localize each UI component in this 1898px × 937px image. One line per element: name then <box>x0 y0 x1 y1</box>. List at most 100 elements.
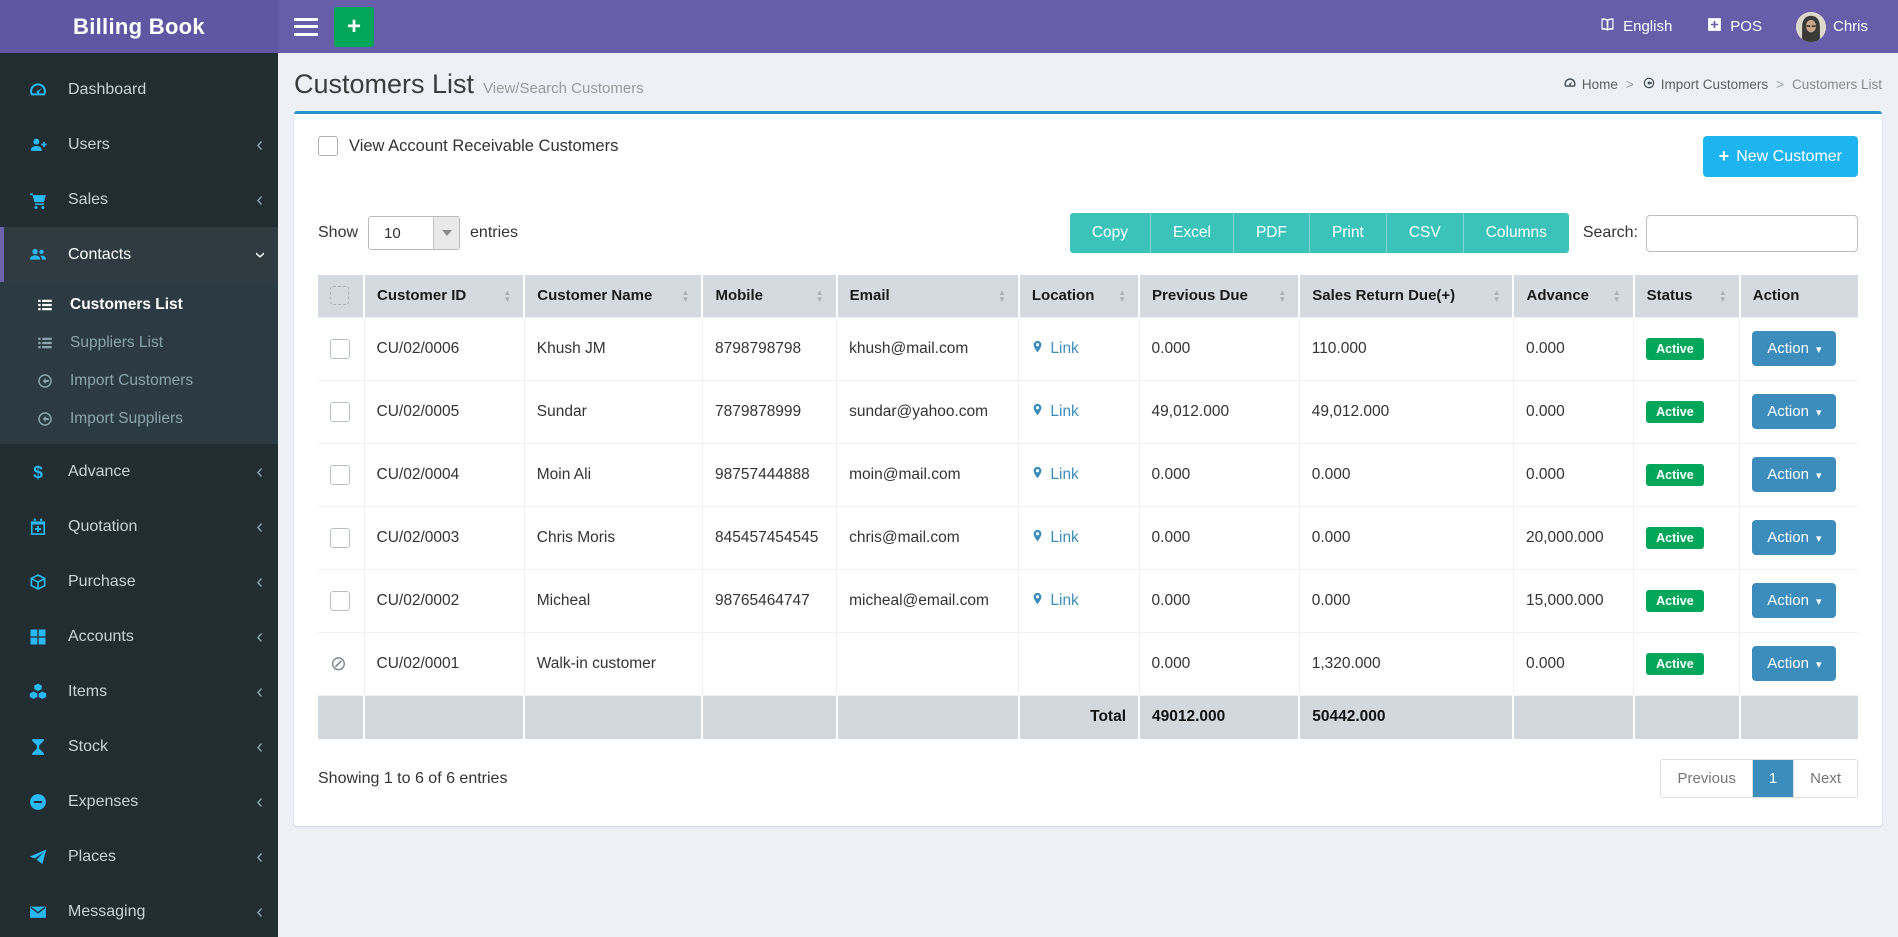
sidebar-subitem-import-customers[interactable]: Import Customers <box>0 362 278 400</box>
page-title: Customers List <box>294 69 474 100</box>
column-header-sales-return-due[interactable]: Sales Return Due(+)▲▼ <box>1299 275 1513 317</box>
plus-icon: + <box>1719 146 1730 167</box>
total-empty-cell <box>1740 695 1858 739</box>
user-menu[interactable]: Chris <box>1796 12 1868 42</box>
column-header-previous-due[interactable]: Previous Due▲▼ <box>1139 275 1299 317</box>
sidebar-item-advance[interactable]: $Advance‹ <box>0 444 278 499</box>
sidebar-item-label: Items <box>68 683 107 701</box>
export-excel-button[interactable]: Excel <box>1151 213 1234 253</box>
sidebar-item-label: Places <box>68 848 116 866</box>
location-link[interactable]: Link <box>1031 590 1078 612</box>
cell-customer-name: Moin Ali <box>537 466 591 483</box>
user-plus-icon <box>28 135 54 155</box>
contacts-submenu: Customers List Suppliers ListImport Custo… <box>0 282 278 444</box>
sidebar-item-purchase[interactable]: Purchase‹ <box>0 554 278 609</box>
sidebar-toggle-icon[interactable] <box>294 18 318 36</box>
sidebar-item-accounts[interactable]: Accounts‹ <box>0 609 278 664</box>
total-sales-return-due: 50442.000 <box>1299 695 1513 739</box>
language-menu[interactable]: English <box>1599 16 1672 37</box>
table-row: CU/02/0002Micheal98765464747micheal@emai… <box>318 569 1858 632</box>
column-header-status[interactable]: Status▲▼ <box>1634 275 1740 317</box>
sidebar-item-dashboard[interactable]: Dashboard <box>0 62 278 117</box>
sidebar-item-label: Purchase <box>68 573 136 591</box>
page-subtitle: View/Search Customers <box>483 80 644 97</box>
export-csv-button[interactable]: CSV <box>1387 213 1464 253</box>
dollar-icon: $ <box>28 462 54 482</box>
sort-icon: ▲▼ <box>1613 289 1621 303</box>
pos-button[interactable]: POS <box>1706 16 1762 37</box>
row-checkbox[interactable] <box>330 528 350 548</box>
column-header-advance[interactable]: Advance▲▼ <box>1513 275 1633 317</box>
new-customer-button[interactable]: + New Customer <box>1703 136 1858 177</box>
pagination-next-button[interactable]: Next <box>1793 760 1857 797</box>
caret-down-icon: ▾ <box>1816 533 1822 545</box>
map-marker-icon <box>1031 527 1044 549</box>
row-checkbox[interactable] <box>330 465 350 485</box>
column-header-mobile[interactable]: Mobile▲▼ <box>702 275 836 317</box>
total-empty-cell <box>702 695 836 739</box>
sidebar-item-stock[interactable]: Stock‹ <box>0 719 278 774</box>
receivable-filter-checkbox[interactable] <box>318 136 338 156</box>
cell-customer-id: CU/02/0003 <box>377 529 460 546</box>
location-link[interactable]: Link <box>1031 527 1078 549</box>
quick-add-button[interactable]: + <box>334 7 374 47</box>
column-label: Mobile <box>715 287 763 304</box>
sidebar-item-places[interactable]: Places‹ <box>0 829 278 884</box>
page-length-select[interactable]: 10 <box>368 216 460 250</box>
action-dropdown-button[interactable]: Action▾ <box>1752 646 1836 681</box>
breadcrumb-import-customers[interactable]: Import Customers <box>1642 76 1768 93</box>
search-input[interactable] <box>1646 215 1858 252</box>
pagination-page-1[interactable]: 1 <box>1752 760 1793 797</box>
sidebar-item-quotation[interactable]: Quotation‹ <box>0 499 278 554</box>
action-dropdown-button[interactable]: Action▾ <box>1752 520 1836 555</box>
export-copy-button[interactable]: Copy <box>1070 213 1151 253</box>
pagination-previous-button[interactable]: Previous <box>1661 760 1751 797</box>
sidebar-item-contacts[interactable]: Contacts‹ <box>0 227 278 282</box>
action-dropdown-button[interactable]: Action▾ <box>1752 583 1836 618</box>
export-print-button[interactable]: Print <box>1310 213 1387 253</box>
sidebar-item-expenses[interactable]: Expenses‹ <box>0 774 278 829</box>
map-marker-icon <box>1031 590 1044 612</box>
cell-customer-name: Khush JM <box>537 340 606 357</box>
column-header-email[interactable]: Email▲▼ <box>837 275 1019 317</box>
action-dropdown-button[interactable]: Action▾ <box>1752 394 1836 429</box>
breadcrumb-home[interactable]: Home <box>1563 76 1618 93</box>
sidebar-subitem-label: Customers List <box>70 296 183 314</box>
row-checkbox[interactable] <box>330 339 350 359</box>
action-dropdown-button[interactable]: Action▾ <box>1752 457 1836 492</box>
location-link[interactable]: Link <box>1031 401 1078 423</box>
cell-mobile: 98765464747 <box>715 592 810 609</box>
sidebar: DashboardUsers‹Sales‹Contacts‹Customers … <box>0 53 278 937</box>
sidebar-item-users[interactable]: Users‹ <box>0 117 278 172</box>
location-link[interactable]: Link <box>1031 464 1078 486</box>
sidebar-item-label: Contacts <box>68 246 131 264</box>
customers-table: Customer ID▲▼Customer Name▲▼Mobile▲▼Emai… <box>318 275 1858 739</box>
map-marker-icon <box>1031 401 1044 423</box>
column-header-customer-name[interactable]: Customer Name▲▼ <box>524 275 702 317</box>
plus-square-icon <box>1706 16 1723 37</box>
cell-previous-due: 0.000 <box>1152 592 1191 609</box>
export-pdf-button[interactable]: PDF <box>1234 213 1310 253</box>
cell-mobile: 7879878999 <box>715 403 801 420</box>
cell-sales-return-due: 0.000 <box>1312 529 1351 546</box>
chevron-left-icon: ‹ <box>256 627 263 647</box>
cell-sales-return-due: 0.000 <box>1312 466 1351 483</box>
row-checkbox[interactable] <box>330 591 350 611</box>
select-all-checkbox[interactable] <box>330 286 349 305</box>
sidebar-subitem-import-suppliers[interactable]: Import Suppliers <box>0 400 278 438</box>
sidebar-subitem-suppliers-list[interactable]: Suppliers List <box>0 324 278 362</box>
sidebar-item-items[interactable]: Items‹ <box>0 664 278 719</box>
export-columns-button[interactable]: Columns <box>1464 213 1569 253</box>
breadcrumb-separator: > <box>1776 77 1784 92</box>
column-header-location[interactable]: Location▲▼ <box>1019 275 1139 317</box>
cell-email: khush@mail.com <box>849 340 968 357</box>
brand-logo[interactable]: Billing Book <box>0 0 278 53</box>
row-checkbox[interactable] <box>330 402 350 422</box>
sidebar-subitem-customers-list[interactable]: Customers List <box>0 286 278 324</box>
action-dropdown-button[interactable]: Action▾ <box>1752 331 1836 366</box>
table-info: Showing 1 to 6 of 6 entries <box>318 770 507 788</box>
sidebar-item-sales[interactable]: Sales‹ <box>0 172 278 227</box>
location-link[interactable]: Link <box>1031 338 1078 360</box>
column-header-customer-id[interactable]: Customer ID▲▼ <box>364 275 524 317</box>
sidebar-item-messaging[interactable]: Messaging‹ <box>0 884 278 937</box>
